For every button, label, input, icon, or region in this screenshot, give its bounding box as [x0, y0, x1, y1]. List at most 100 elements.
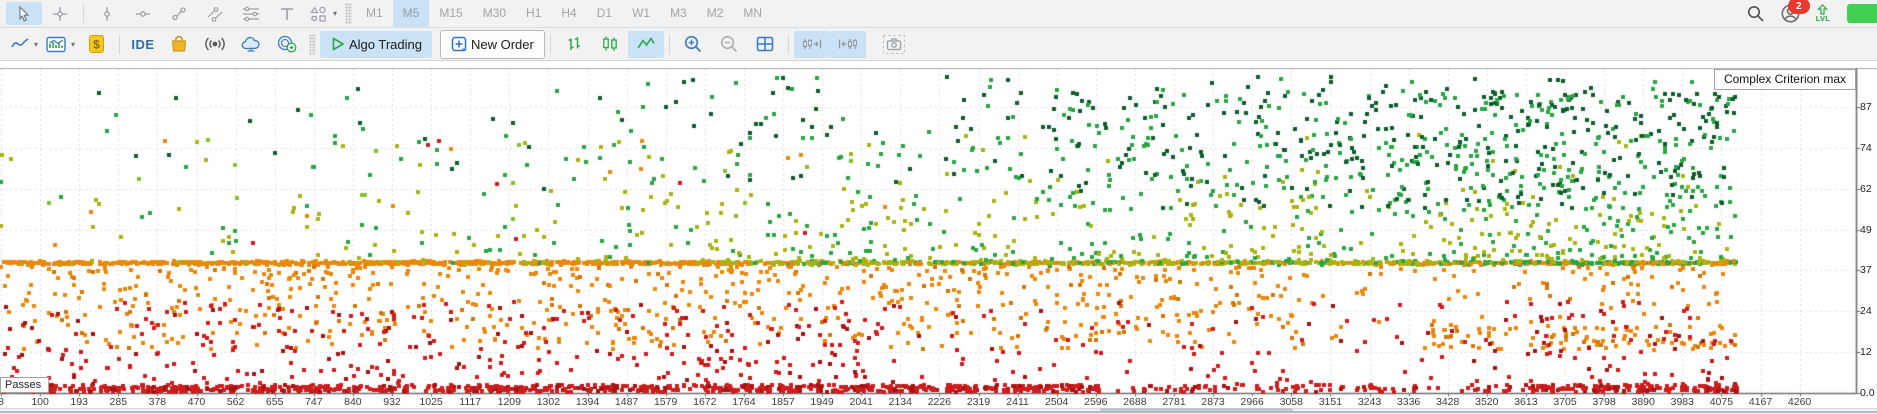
level-up-button[interactable]: LVL	[1816, 4, 1830, 23]
line-chart-icon	[636, 35, 656, 53]
line-type-button[interactable]: ▾	[6, 31, 42, 58]
community-add-button[interactable]	[269, 31, 305, 58]
channel-icon	[206, 5, 224, 23]
x-tick-label: 3520	[1475, 396, 1499, 408]
cursor-icon	[15, 5, 33, 23]
profile-button[interactable]: 2	[1780, 0, 1810, 24]
x-tick-label: 378	[148, 396, 167, 408]
search-button[interactable]	[1746, 4, 1765, 23]
toolbar-drag-handle[interactable]	[345, 3, 352, 24]
signals-icon	[203, 35, 227, 53]
indicator-window-icon	[45, 35, 67, 54]
chevron-down-icon: ▾	[33, 39, 38, 49]
x-tick-label: 2966	[1240, 396, 1264, 408]
community-add-icon	[276, 34, 298, 54]
x-tick-label: 3428	[1436, 396, 1460, 408]
timeframe-m30[interactable]: M30	[473, 0, 516, 27]
market-button[interactable]	[161, 31, 197, 58]
toolbar-chart-controls: ▾ ▾ $ IDE Algo Trading New Order	[0, 28, 1877, 61]
x-tick-label: 2041	[849, 396, 873, 408]
shift-chart-right-icon	[801, 35, 823, 53]
market-bag-icon	[169, 34, 189, 54]
channel-tool-button[interactable]	[197, 2, 233, 25]
x-tick-label: 285	[109, 396, 128, 408]
y-tick-label: 49	[1860, 223, 1872, 236]
quotes-button[interactable]: $	[78, 31, 114, 58]
horizontal-line-tool-button[interactable]	[125, 2, 161, 25]
vertical-line-tool-button[interactable]	[89, 2, 125, 25]
x-tick-label: 1857	[771, 396, 795, 408]
x-tick-label: 1025	[419, 396, 443, 408]
optimization-scatter-chart[interactable]	[0, 0, 1877, 413]
new-order-label: New Order	[471, 36, 534, 52]
text-tool-icon	[278, 5, 296, 23]
crosshair-tool-button[interactable]	[42, 2, 78, 25]
separator	[119, 34, 120, 54]
x-tick-label: 2504	[1045, 396, 1069, 408]
x-tick-label: 470	[187, 396, 206, 408]
text-tool-button[interactable]	[269, 2, 305, 25]
tile-windows-button[interactable]	[747, 31, 783, 58]
x-tick-label: 1949	[810, 396, 834, 408]
dollar-icon: $	[87, 34, 106, 54]
zoom-out-button[interactable]	[711, 31, 747, 58]
candle-chart-mode-button[interactable]	[592, 31, 628, 58]
fibonacci-lines-icon	[241, 5, 261, 23]
separator	[668, 34, 670, 54]
shapes-tool-button[interactable]: ▾	[305, 2, 341, 25]
timeframe-d1[interactable]: D1	[587, 0, 622, 27]
timeframe-mn[interactable]: MN	[733, 0, 772, 27]
timeframe-m5[interactable]: M5	[392, 0, 430, 27]
timeframe-w1[interactable]: W1	[622, 0, 660, 27]
zoom-in-button[interactable]	[675, 31, 711, 58]
notification-badge: 2	[1787, 0, 1810, 14]
y-tick-label: 0.0	[1860, 387, 1875, 399]
timeframe-h1[interactable]: H1	[516, 0, 551, 27]
upgrade-cta-button[interactable]	[1847, 4, 1877, 23]
x-tick-label: 3151	[1318, 396, 1343, 408]
new-order-button[interactable]: New Order	[440, 29, 545, 59]
y-tick-label: 24	[1860, 305, 1872, 318]
separator	[787, 34, 789, 54]
x-tick-label: 4167	[1748, 396, 1773, 408]
cloud-button[interactable]	[233, 31, 269, 58]
screenshot-button[interactable]	[876, 31, 912, 58]
line-chart-mode-button[interactable]	[627, 30, 664, 58]
bar-chart-icon	[565, 35, 583, 54]
ide-button[interactable]: IDE	[125, 31, 161, 58]
x-tick-label: 2596	[1084, 396, 1108, 408]
indicator-window-button[interactable]: ▾	[42, 31, 78, 58]
fibonacci-tool-button[interactable]	[233, 2, 269, 25]
x-tick-label: 932	[383, 396, 401, 408]
x-tick-label: 2319	[966, 396, 991, 408]
cursor-tool-button[interactable]	[6, 2, 42, 25]
trendline-tool-button[interactable]	[161, 2, 197, 25]
x-tick-label: 193	[70, 396, 88, 408]
x-tick-label: 1487	[614, 396, 639, 408]
x-tick-label: 3336	[1396, 396, 1421, 408]
x-tick-label: 2873	[1201, 396, 1225, 408]
timeframe-h4[interactable]: H4	[551, 0, 586, 27]
separator	[549, 34, 551, 54]
x-tick-label: 3983	[1670, 396, 1694, 408]
algo-trading-label: Algo Trading	[349, 36, 422, 52]
algo-trading-button[interactable]: Algo Trading	[320, 30, 432, 58]
bar-chart-mode-button[interactable]	[556, 31, 592, 58]
toolbar-drag-handle[interactable]	[309, 33, 316, 55]
shift-end-button[interactable]	[793, 30, 830, 58]
timeframe-m2[interactable]: M2	[697, 0, 734, 27]
crosshair-icon	[51, 5, 69, 23]
tile-windows-icon	[755, 35, 775, 53]
x-axis-title: Passes	[0, 377, 50, 393]
x-tick-label: 3613	[1514, 396, 1538, 408]
signals-button[interactable]	[197, 31, 233, 58]
timeframe-m3[interactable]: M3	[660, 0, 697, 27]
timeframe-m15[interactable]: M15	[429, 0, 472, 27]
shift-back-button[interactable]	[829, 30, 866, 58]
timeframe-m1[interactable]: M1	[356, 0, 393, 27]
x-tick-label: 655	[265, 396, 284, 408]
vertical-line-icon	[98, 5, 116, 23]
x-tick-label: 1209	[497, 396, 521, 408]
zoom-in-icon	[683, 34, 703, 54]
x-tick-label: 2781	[1162, 396, 1186, 408]
